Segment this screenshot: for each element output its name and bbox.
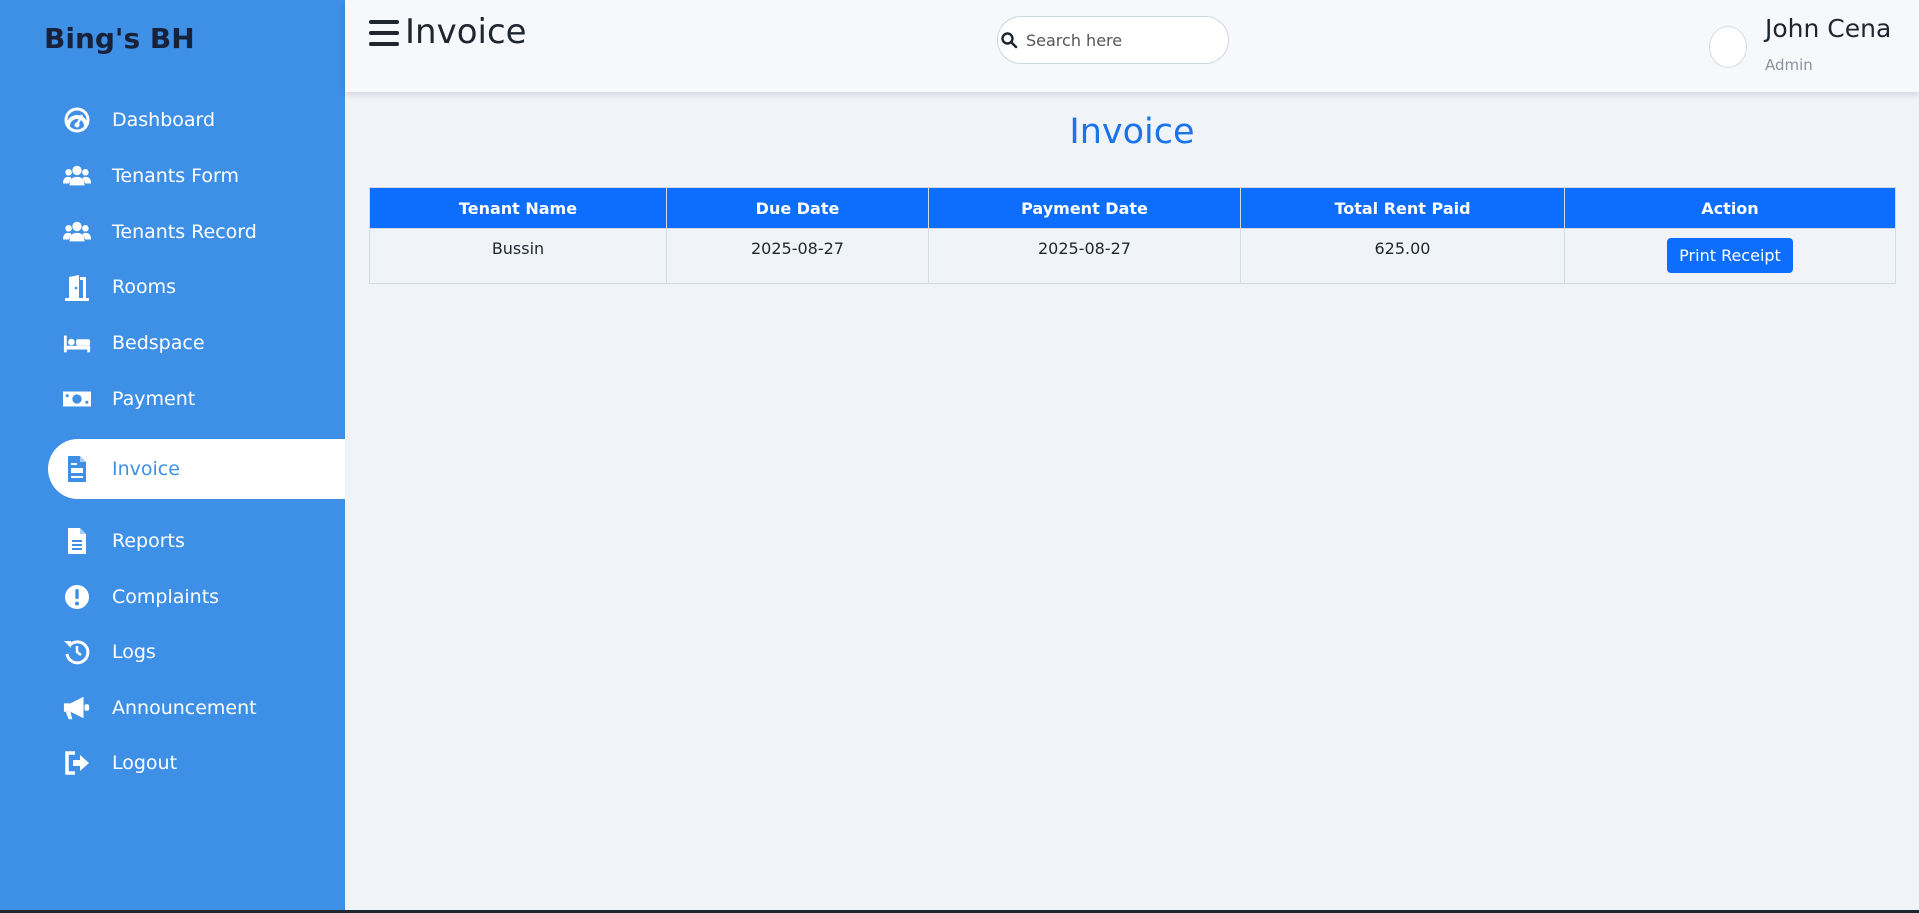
column-header: Total Rent Paid	[1240, 187, 1565, 229]
cell-payment-date: 2025-08-27	[928, 228, 1241, 284]
sidebar-item-label: Logout	[112, 752, 178, 774]
sidebar-item-bedspace[interactable]: Bedspace	[48, 313, 345, 373]
sidebar-item-label: Bedspace	[112, 332, 205, 354]
sidebar-item-rooms[interactable]: Rooms	[48, 257, 345, 317]
sidebar-item-label: Tenants Form	[112, 165, 240, 187]
column-header: Tenant Name	[369, 187, 667, 229]
document-icon	[62, 526, 92, 556]
history-icon	[62, 637, 92, 667]
sidebar-item-logout[interactable]: Logout	[48, 733, 345, 793]
cell-action: Print Receipt	[1564, 228, 1896, 284]
top-bar: Invoice John Cena Admin	[345, 0, 1919, 92]
megaphone-icon	[62, 693, 92, 723]
search-box[interactable]	[997, 16, 1229, 64]
search-input[interactable]	[1024, 29, 1218, 51]
sidebar-item-label: Payment	[112, 388, 196, 410]
users-icon	[62, 161, 92, 191]
sidebar-item-label: Logs	[112, 641, 156, 663]
main-heading: Invoice	[1069, 112, 1195, 152]
sidebar-item-announcement[interactable]: Announcement	[48, 678, 345, 738]
money-icon	[62, 384, 92, 414]
sidebar-item-tenants-record[interactable]: Tenants Record	[48, 202, 345, 262]
sidebar-item-payment[interactable]: Payment	[48, 369, 345, 429]
users-icon	[62, 217, 92, 247]
door-icon	[62, 272, 92, 302]
table-header-row: Tenant Name Due Date Payment Date Total …	[369, 187, 1896, 229]
sidebar-item-logs[interactable]: Logs	[48, 622, 345, 682]
cell-tenant-name: Bussin	[369, 228, 667, 284]
column-header: Action	[1564, 187, 1896, 229]
invoice-table: Tenant Name Due Date Payment Date Total …	[369, 187, 1896, 284]
sidebar-item-tenants-form[interactable]: Tenants Form	[48, 146, 345, 206]
sidebar-item-label: Complaints	[112, 586, 220, 608]
sidebar-item-reports[interactable]: Reports	[48, 511, 345, 571]
cell-due-date: 2025-08-27	[666, 228, 929, 284]
sidebar-item-complaints[interactable]: Complaints	[48, 567, 345, 627]
sidebar-item-label: Invoice	[112, 458, 180, 480]
avatar[interactable]	[1709, 26, 1747, 68]
column-header: Payment Date	[928, 187, 1241, 229]
hamburger-menu-icon[interactable]	[369, 20, 399, 48]
sidebar-item-dashboard[interactable]: Dashboard	[48, 90, 345, 150]
search-icon	[1001, 32, 1018, 49]
user-name: John Cena	[1765, 14, 1892, 43]
sidebar-item-label: Rooms	[112, 276, 177, 298]
page-title: Invoice	[405, 12, 527, 52]
invoice-icon	[62, 454, 92, 484]
sidebar-item-invoice[interactable]: Invoice	[48, 439, 345, 499]
print-receipt-button[interactable]: Print Receipt	[1667, 238, 1793, 273]
sidebar-item-label: Dashboard	[112, 109, 216, 131]
sidebar-item-label: Announcement	[112, 697, 257, 719]
exclamation-icon	[62, 582, 92, 612]
column-header: Due Date	[666, 187, 929, 229]
logout-icon	[62, 748, 92, 778]
sidebar-item-label: Tenants Record	[112, 221, 257, 243]
user-role: Admin	[1765, 56, 1813, 74]
sidebar-item-label: Reports	[112, 530, 185, 552]
table-row: Bussin 2025-08-27 2025-08-27 625.00 Prin…	[369, 228, 1896, 284]
sidebar: Bing's BH Dashboard Tenants Form Tenants…	[0, 0, 345, 913]
cell-total-rent-paid: 625.00	[1240, 228, 1565, 284]
brand-logo[interactable]: Bing's BH	[44, 22, 195, 55]
bed-icon	[62, 328, 92, 358]
dashboard-icon	[62, 105, 92, 135]
